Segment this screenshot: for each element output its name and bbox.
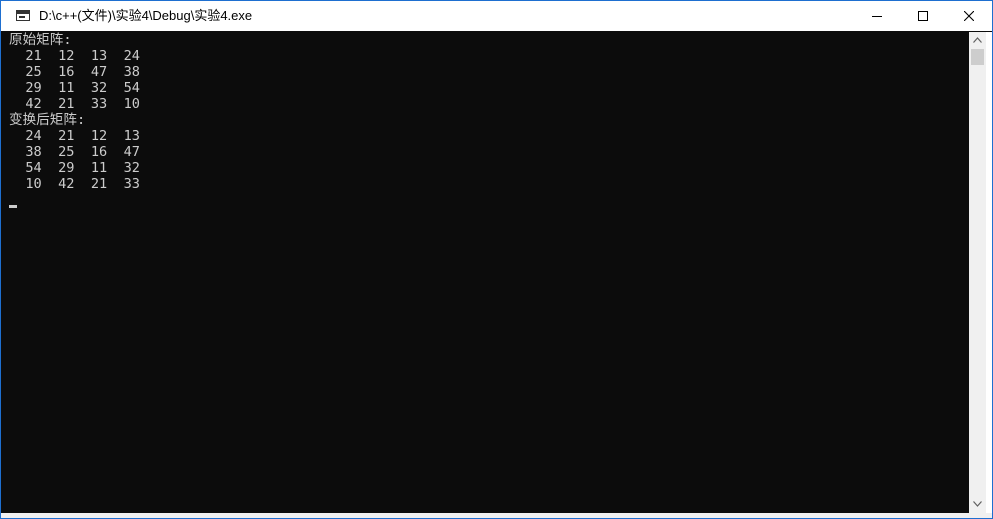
window-bottom-edge xyxy=(1,513,992,518)
console-line: 42 21 33 10 xyxy=(9,96,140,112)
console-line: 38 25 16 47 xyxy=(9,144,140,160)
console-line: 25 16 47 38 xyxy=(9,64,140,80)
minimize-button[interactable] xyxy=(854,1,900,31)
vertical-scrollbar[interactable] xyxy=(969,32,986,513)
console-line: 29 11 32 54 xyxy=(9,80,140,96)
text-cursor xyxy=(9,205,17,208)
console-window: D:\c++(文件)\实验4\Debug\实验4.exe 原始矩阵: 21 12… xyxy=(0,0,993,519)
title-bar[interactable]: D:\c++(文件)\实验4\Debug\实验4.exe xyxy=(1,1,992,31)
console-line: 54 29 11 32 xyxy=(9,160,140,176)
console-line: 21 12 13 24 xyxy=(9,48,140,64)
window-right-edge xyxy=(986,32,992,513)
scroll-up-button[interactable] xyxy=(969,32,986,49)
console-app-icon[interactable] xyxy=(16,10,30,21)
minimize-icon xyxy=(872,16,882,17)
console-line: 10 42 21 33 xyxy=(9,176,140,192)
console-line: 24 21 12 13 xyxy=(9,128,140,144)
console-line: 变换后矩阵: xyxy=(9,112,86,128)
maximize-icon xyxy=(918,11,928,21)
scroll-up-arrow-icon xyxy=(973,37,982,43)
close-icon xyxy=(964,11,974,21)
maximize-button[interactable] xyxy=(900,1,946,31)
close-button[interactable] xyxy=(946,1,992,31)
console-output[interactable]: 原始矩阵: 21 12 13 24 25 16 47 38 29 11 32 5… xyxy=(7,32,969,513)
scroll-down-arrow-icon xyxy=(973,501,982,507)
window-title: D:\c++(文件)\实验4\Debug\实验4.exe xyxy=(39,8,253,23)
scrollbar-thumb[interactable] xyxy=(971,49,984,65)
console-line: 原始矩阵: xyxy=(9,32,72,48)
scroll-down-button[interactable] xyxy=(969,496,986,513)
